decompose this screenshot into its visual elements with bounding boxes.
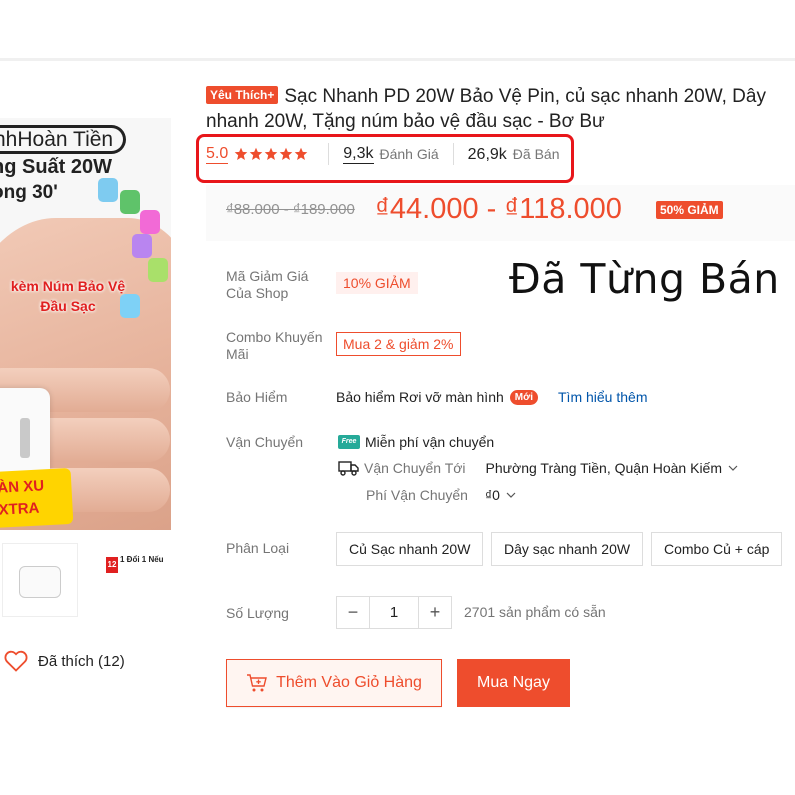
shipping-fee-label: Phí Vận Chuyển bbox=[366, 487, 468, 503]
liked-count-label: Đã thích (12) bbox=[38, 652, 125, 670]
thumbnail-badge: 12 bbox=[106, 557, 118, 573]
product-title: Yêu Thích+ Sạc Nhanh PD 20W Bảo Vệ Pin, c… bbox=[206, 84, 795, 134]
quantity-input[interactable]: 1 bbox=[369, 597, 419, 628]
cap-illustration bbox=[132, 234, 152, 258]
rating-row: 5.0 9,3k Đánh Giá 26,9k Đã Bán bbox=[206, 143, 574, 165]
cap-illustration bbox=[120, 190, 140, 214]
cart-icon bbox=[247, 674, 267, 692]
favorite-plus-badge: Yêu Thích+ bbox=[206, 86, 279, 104]
rating-stars bbox=[234, 147, 308, 161]
divider bbox=[328, 143, 330, 165]
shipping-fee[interactable]: ₫0 bbox=[485, 487, 516, 503]
reviews-label: Đánh Giá bbox=[379, 146, 439, 162]
variant-option[interactable]: Combo Củ + cáp bbox=[651, 532, 783, 566]
cap-illustration bbox=[98, 178, 118, 202]
chevron-down-icon bbox=[506, 492, 516, 498]
voucher-label: Mã Giảm Giá Của Shop bbox=[226, 268, 309, 301]
free-shipping-text: Miễn phí vận chuyển bbox=[365, 434, 495, 450]
shipping-label: Vận Chuyển bbox=[226, 434, 304, 450]
combo-tag[interactable]: Mua 2 & giảm 2% bbox=[336, 332, 461, 356]
free-shipping-icon: Free bbox=[338, 435, 360, 449]
sale-price: ₫44.000 - ₫118.000 bbox=[375, 193, 622, 225]
variant-option[interactable]: Củ Sạc nhanh 20W bbox=[336, 532, 484, 566]
buy-now-button[interactable]: Mua Ngay bbox=[457, 659, 570, 707]
product-main-image[interactable]: nhHoàn Tiền ng Suất 20W ong 30' kèm Núm … bbox=[0, 118, 171, 530]
heart-icon bbox=[4, 650, 28, 672]
star-icon bbox=[249, 147, 263, 160]
thumbnail-2[interactable]: 12 1 Đổi 1 Nếu bbox=[90, 543, 166, 617]
truck-icon bbox=[338, 461, 359, 476]
image-text-promo: kèm Núm Bảo Vệ Đầu Sạc bbox=[10, 278, 126, 314]
ship-to-location: Phường Tràng Tiền, Quận Hoàn Kiếm bbox=[485, 460, 723, 476]
thumbnail-box-illustration bbox=[19, 566, 61, 598]
ship-to-row[interactable]: Vận Chuyển Tới Phường Tràng Tiền, Quận H… bbox=[338, 459, 738, 477]
quantity-label: Số Lượng bbox=[226, 605, 289, 621]
star-icon bbox=[279, 147, 293, 160]
quantity-stepper: − 1 + bbox=[336, 596, 452, 629]
stock-count: 2701 sản phẩm có sẵn bbox=[464, 604, 606, 620]
star-icon bbox=[234, 147, 248, 160]
voucher-tag[interactable]: 10% GIẢM bbox=[336, 272, 418, 294]
title-line-2: nhanh 20W, Tặng núm bảo vệ đầu sạc - Bơ … bbox=[206, 111, 605, 132]
rating-score[interactable]: 5.0 bbox=[206, 144, 229, 164]
image-text-power: ng Suất 20W bbox=[0, 156, 113, 178]
decrease-button[interactable]: − bbox=[337, 597, 369, 628]
image-text-refund: nhHoàn Tiền bbox=[0, 125, 127, 154]
insurance-row: Bảo hiểm Rơi vỡ màn hình Mới Tìm hiểu th… bbox=[336, 389, 647, 405]
new-badge: Mới bbox=[509, 389, 538, 405]
star-icon bbox=[264, 147, 278, 160]
cap-illustration bbox=[148, 258, 168, 282]
variant-option[interactable]: Dây sạc nhanh 20W bbox=[491, 532, 644, 566]
original-price: ₫88.000 - ₫189.000 bbox=[226, 201, 355, 218]
discount-badge: 50% GIẢM bbox=[656, 201, 723, 219]
image-xu-badge: ÀN XU XTRA bbox=[0, 467, 74, 529]
combo-label: Combo Khuyến Mãi bbox=[226, 329, 323, 362]
sold-count: 26,9k bbox=[467, 145, 507, 163]
thumbnail-1[interactable] bbox=[2, 543, 78, 617]
overlay-sold-text: Đã Từng Bán bbox=[509, 255, 780, 303]
insurance-text: Bảo hiểm Rơi vỡ màn hình bbox=[336, 389, 504, 405]
shipping-fee-value: ₫0 bbox=[485, 487, 500, 503]
like-button[interactable]: Đã thích (12) bbox=[4, 650, 125, 672]
reviews-count[interactable]: 9,3k bbox=[343, 144, 374, 164]
top-divider bbox=[0, 58, 795, 61]
add-to-cart-button[interactable]: Thêm Vào Giỏ Hàng bbox=[226, 659, 442, 707]
variant-label: Phân Loại bbox=[226, 540, 290, 556]
add-to-cart-label: Thêm Vào Giỏ Hàng bbox=[276, 674, 422, 691]
free-shipping-row: Free Miễn phí vận chuyển bbox=[338, 434, 494, 450]
learn-more-link[interactable]: Tìm hiểu thêm bbox=[558, 389, 647, 405]
title-line-1: Sạc Nhanh PD 20W Bảo Vệ Pin, củ sạc nhan… bbox=[284, 86, 766, 107]
cap-illustration bbox=[140, 210, 160, 234]
thumbnail-title: 1 Đổi 1 Nếu bbox=[120, 555, 164, 564]
divider bbox=[452, 143, 454, 165]
chevron-down-icon bbox=[728, 465, 738, 471]
charger-prong bbox=[20, 418, 30, 458]
star-icon bbox=[294, 147, 308, 160]
sold-label: Đã Bán bbox=[512, 146, 560, 162]
ship-to-label: Vận Chuyển Tới bbox=[364, 460, 466, 476]
increase-button[interactable]: + bbox=[419, 597, 451, 628]
image-text-time: ong 30' bbox=[0, 182, 58, 203]
insurance-label: Bảo Hiểm bbox=[226, 389, 288, 405]
